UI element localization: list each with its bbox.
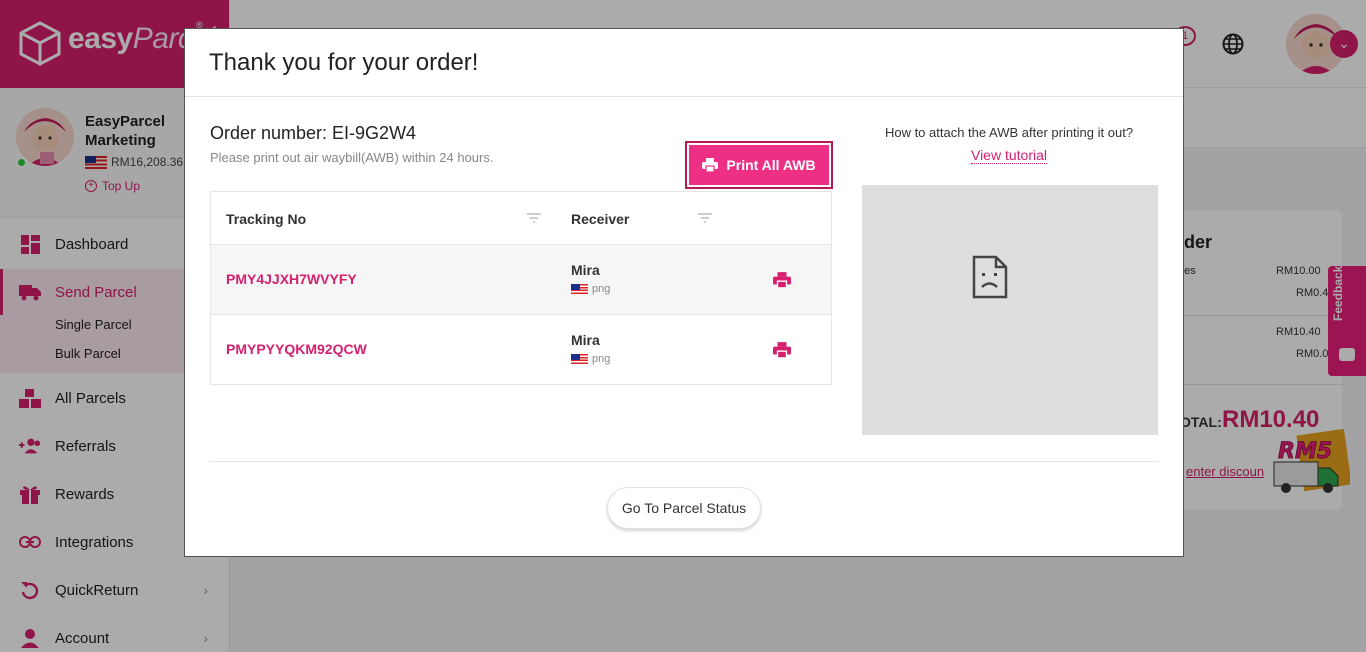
print-all-awb-button[interactable]: Print All AWB <box>685 141 833 189</box>
order-number: Order number: EI-9G2W4 <box>210 123 417 143</box>
receiver-name: Mira <box>571 332 600 348</box>
modal-title: Thank you for your order! <box>209 49 479 76</box>
table-row: PMY4JJXH7WVYFY Mira png <box>211 244 831 314</box>
column-header-tracking[interactable]: Tracking No <box>226 192 306 245</box>
malaysia-flag-icon <box>571 284 588 294</box>
tracking-number[interactable]: PMYPYYQKM92QCW <box>226 341 367 357</box>
printer-icon[interactable] <box>773 341 791 359</box>
awb-table: Tracking No Receiver PMY4JJXH7WVYFY Mira… <box>210 191 832 385</box>
column-header-receiver[interactable]: Receiver <box>571 192 629 245</box>
divider <box>209 461 1159 462</box>
table-row: PMYPYYQKM92QCW Mira png <box>211 314 831 384</box>
order-confirmation-modal: Thank you for your order! Order number: … <box>184 28 1184 557</box>
printer-icon <box>702 158 719 172</box>
sort-icon[interactable] <box>527 213 541 223</box>
sort-icon[interactable] <box>698 213 712 223</box>
printer-icon[interactable] <box>773 271 791 289</box>
divider <box>185 96 1183 97</box>
receiver-meta: png <box>571 353 610 365</box>
broken-file-icon <box>972 255 1008 299</box>
tutorial-video-frame[interactable] <box>862 185 1158 435</box>
malaysia-flag-icon <box>571 354 588 364</box>
howto-text: How to attach the AWB after printing it … <box>884 125 1134 140</box>
receiver-name: Mira <box>571 262 600 278</box>
tracking-number[interactable]: PMY4JJXH7WVYFY <box>226 271 357 287</box>
view-tutorial-link[interactable]: View tutorial <box>862 147 1156 164</box>
go-to-parcel-status-button[interactable]: Go To Parcel Status <box>607 487 761 529</box>
receiver-meta: png <box>571 283 610 295</box>
order-note: Please print out air waybill(AWB) within… <box>210 150 494 165</box>
